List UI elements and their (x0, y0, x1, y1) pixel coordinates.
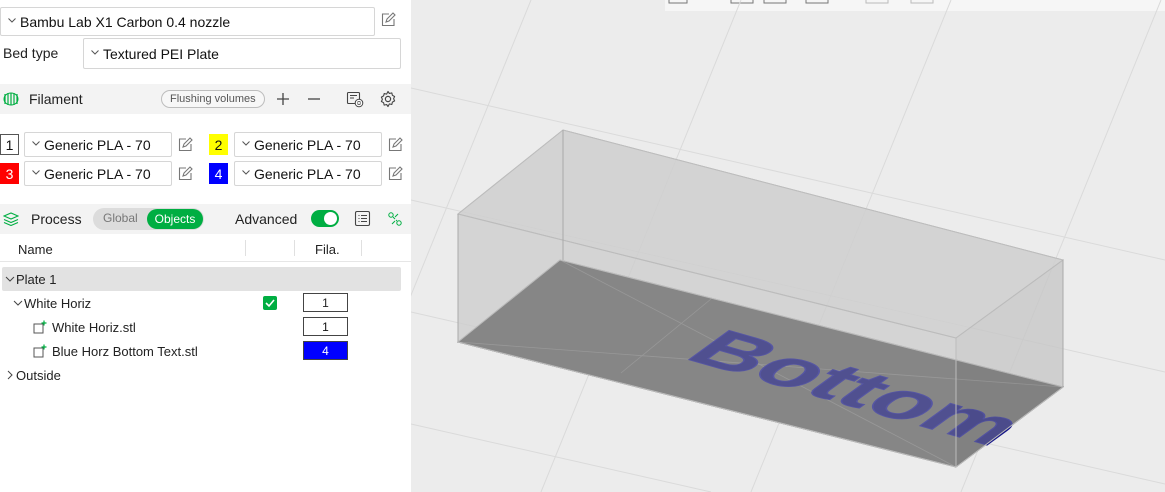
plate-row[interactable] (2, 267, 401, 291)
bed-type-label: Bed type (3, 45, 59, 61)
add-part-icon (33, 344, 47, 358)
part-name[interactable]: White Horiz.stl (52, 320, 136, 335)
filament-slot-4-badge[interactable]: 4 (209, 163, 228, 184)
filament-slot-2-badge[interactable]: 2 (209, 134, 228, 155)
3d-viewport[interactable]: Bottom (411, 0, 1165, 492)
process-scope-toggle[interactable]: Global Objects (93, 208, 204, 230)
header-divider (0, 261, 411, 262)
edit-printer-icon[interactable] (380, 12, 396, 28)
edit-filament-4-icon[interactable] (387, 166, 403, 182)
advanced-label: Advanced (235, 211, 298, 227)
chevron-down-icon (91, 49, 99, 55)
chevron-down-icon (242, 140, 250, 146)
filament-spool-icon (3, 92, 19, 106)
column-separator (294, 240, 295, 256)
object-name[interactable]: White Horiz (24, 296, 91, 311)
filament-slot-3-value: Generic PLA - 70 (44, 165, 151, 182)
edit-filament-1-icon[interactable] (177, 137, 193, 153)
object-filament-selector[interactable]: 1 (303, 293, 348, 312)
filament-slot-3-badge[interactable]: 3 (0, 163, 19, 184)
process-title: Process (31, 211, 82, 227)
printer-select[interactable]: Bambu Lab X1 Carbon 0.4 nozzle (0, 7, 375, 36)
filament-settings-gear-icon[interactable] (379, 90, 397, 108)
add-filament-icon[interactable] (276, 92, 290, 106)
process-header: Process (0, 204, 411, 234)
switch-knob (324, 212, 337, 225)
add-part-icon (33, 320, 47, 334)
objects-tab[interactable]: Objects (147, 209, 203, 229)
outside-group[interactable]: Outside (16, 368, 61, 383)
filament-slot-2-select[interactable]: Generic PLA - 70 (234, 132, 382, 157)
edit-filament-3-icon[interactable] (177, 166, 193, 182)
column-separator (361, 240, 362, 256)
plate-label: Plate 1 (16, 272, 57, 287)
filament-slot-4-select[interactable]: Generic PLA - 70 (234, 161, 382, 186)
filament-slot-3-select[interactable]: Generic PLA - 70 (24, 161, 172, 186)
flushing-volumes-label: Flushing volumes (170, 93, 256, 105)
chevron-down-icon (8, 17, 16, 23)
filament-slot-1-badge[interactable]: 1 (0, 134, 19, 155)
printer-value: Bambu Lab X1 Carbon 0.4 nozzle (20, 13, 231, 30)
bed-type-value: Textured PEI Plate (103, 45, 219, 62)
column-fila[interactable]: Fila. (315, 237, 340, 261)
bed-type-select[interactable]: Textured PEI Plate (83, 38, 401, 69)
filament-slot-2-value: Generic PLA - 70 (254, 136, 361, 153)
edit-filament-2-icon[interactable] (387, 137, 403, 153)
part-filament-selector[interactable]: 4 (303, 341, 348, 360)
chevron-down-icon (32, 140, 40, 146)
chevron-down-icon[interactable] (13, 298, 23, 308)
filament-slot-1-select[interactable]: Generic PLA - 70 (24, 132, 172, 157)
filament-title: Filament (29, 91, 83, 107)
remove-filament-icon[interactable] (307, 92, 321, 106)
object-printable-checkbox[interactable] (263, 296, 277, 310)
column-separator (245, 240, 246, 256)
checkmark-icon (265, 299, 275, 308)
chevron-right-icon[interactable] (5, 370, 15, 380)
column-name[interactable]: Name (18, 237, 53, 261)
filament-slot-1-value: Generic PLA - 70 (44, 136, 151, 153)
part-filament-selector[interactable]: 1 (303, 317, 348, 336)
scene[interactable]: Bottom (411, 0, 1165, 492)
part-name[interactable]: Blue Horz Bottom Text.stl (52, 344, 198, 359)
flushing-volumes-button[interactable]: Flushing volumes (161, 90, 265, 108)
objects-tab-label: Objects (154, 212, 196, 226)
sync-ams-icon[interactable] (346, 90, 364, 108)
compare-presets-icon[interactable] (387, 211, 403, 227)
chevron-down-icon[interactable] (5, 274, 15, 284)
settings-panel: Bambu Lab X1 Carbon 0.4 nozzle Bed type … (0, 0, 411, 492)
process-layers-icon (3, 212, 19, 226)
chevron-down-icon (32, 169, 40, 175)
filament-slot-4-value: Generic PLA - 70 (254, 165, 361, 182)
chevron-down-icon (242, 169, 250, 175)
global-tab[interactable]: Global (103, 211, 138, 225)
advanced-switch[interactable] (311, 210, 339, 227)
process-list-icon[interactable] (354, 210, 371, 227)
